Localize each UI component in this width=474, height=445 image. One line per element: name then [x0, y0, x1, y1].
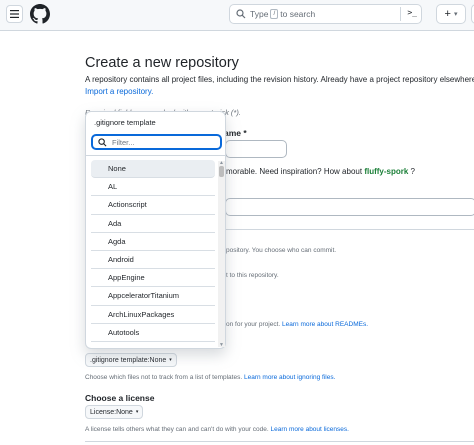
command-palette-icon[interactable]: >_	[407, 8, 417, 17]
scroll-down-icon[interactable]: ▼	[219, 342, 224, 348]
public-option-description: pository. You choose who can commit.	[226, 247, 337, 254]
section-divider	[85, 441, 474, 442]
license-button-label: License:None	[90, 408, 133, 416]
hamburger-icon	[10, 10, 19, 18]
gitignore-text: Choose which files not to track from a l…	[85, 374, 243, 381]
dropdown-scrollbar[interactable]: ▲ ▼	[218, 160, 225, 348]
name-inspiration: morable. Need inspiration? How about flu…	[226, 167, 415, 176]
page-subtitle: A repository contains all project files,…	[85, 75, 474, 84]
license-text: A license tells others what they can and…	[85, 426, 269, 433]
description-input[interactable]	[225, 198, 474, 216]
menu-button[interactable]	[6, 5, 23, 23]
readme-text: on for your project.	[226, 321, 281, 328]
search-divider	[400, 7, 401, 21]
gitignore-button-label: .gitignore template:None	[90, 356, 167, 364]
gitignore-learn-more-link[interactable]: Learn more about ignoring files.	[244, 374, 335, 381]
license-button[interactable]: License:None ▾	[85, 405, 144, 419]
gitignore-description: Choose which files not to track from a l…	[85, 374, 335, 381]
create-new-button[interactable]: + ▾	[436, 4, 466, 24]
top-header: Type / to search >_ + ▾	[0, 0, 474, 31]
gitignore-template-dropdown: .gitignore template None AL Actionscript…	[85, 111, 226, 349]
section-divider	[225, 229, 474, 230]
dropdown-filter-input[interactable]	[112, 137, 212, 147]
search-prefix: Type	[250, 9, 269, 19]
scrollbar-thumb[interactable]	[219, 166, 224, 177]
template-option[interactable]: AL	[91, 178, 215, 197]
private-option-description: t to this repository.	[226, 272, 279, 279]
suggested-name[interactable]: fluffy-spork	[364, 167, 408, 176]
dropdown-filter-field[interactable]	[91, 134, 222, 150]
search-suffix: to search	[280, 9, 316, 19]
inspiration-text: morable. Need inspiration? How about	[226, 167, 363, 176]
inspiration-suffix: ?	[410, 167, 415, 176]
template-option[interactable]: Ada	[91, 215, 215, 233]
template-option[interactable]: None	[91, 160, 215, 179]
license-section-title: Choose a license	[85, 393, 155, 403]
plus-icon: +	[444, 8, 451, 20]
search-shortcut-key: /	[270, 9, 279, 19]
repository-name-label: ame *	[224, 128, 247, 138]
chevron-down-icon: ▾	[135, 409, 139, 415]
import-repository-link[interactable]: Import a repository.	[85, 87, 153, 96]
github-logo-icon[interactable]	[30, 4, 50, 24]
readme-learn-more-link[interactable]: Learn more about READMEs.	[282, 321, 368, 328]
template-option[interactable]: Actionscript	[91, 196, 215, 215]
template-option[interactable]: Autotools	[91, 324, 215, 342]
search-icon	[98, 137, 107, 146]
template-option[interactable]: ArchLinuxPackages	[91, 306, 215, 324]
template-option[interactable]: Agda	[91, 233, 215, 251]
dropdown-divider	[86, 155, 225, 156]
repository-name-input[interactable]	[225, 140, 287, 158]
template-option[interactable]: AppEngine	[91, 269, 215, 288]
template-option[interactable]: C	[91, 342, 215, 348]
page-title: Create a new repository	[85, 55, 239, 71]
dropdown-title: .gitignore template	[94, 118, 156, 127]
template-option[interactable]: Android	[91, 251, 215, 270]
readme-description: on for your project. Learn more about RE…	[226, 321, 368, 328]
license-description: A license tells others what they can and…	[85, 426, 349, 433]
search-bar[interactable]: Type / to search >_	[229, 4, 422, 24]
template-list: None AL Actionscript Ada Agda Android Ap…	[91, 160, 215, 348]
license-learn-more-link[interactable]: Learn more about licenses.	[271, 426, 349, 433]
template-option[interactable]: AppceleratorTitanium	[91, 287, 215, 306]
chevron-down-icon: ▾	[453, 11, 458, 18]
search-icon	[236, 9, 246, 19]
chevron-down-icon: ▾	[169, 357, 172, 363]
gitignore-template-button[interactable]: .gitignore template:None ▾	[85, 353, 177, 367]
